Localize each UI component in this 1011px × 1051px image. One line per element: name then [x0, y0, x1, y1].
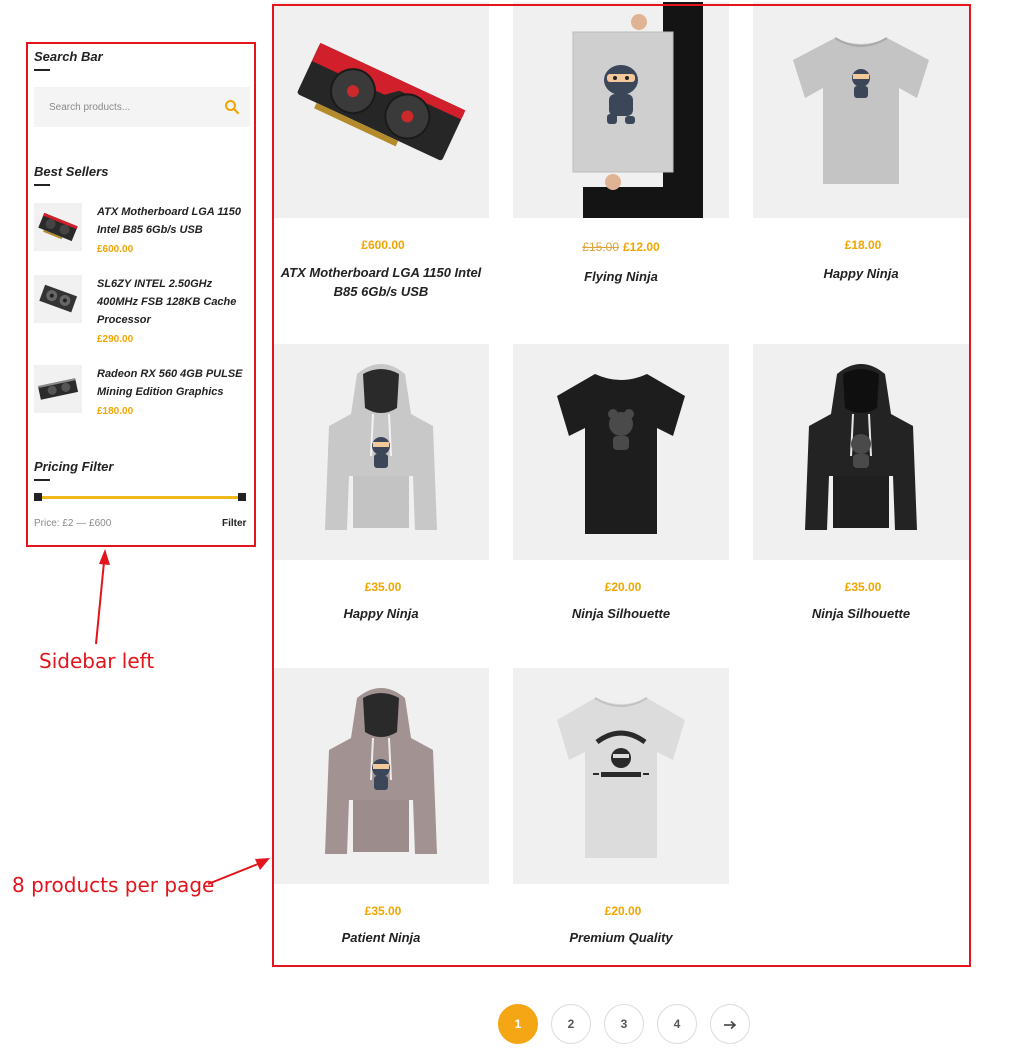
page-button-1[interactable]: 1	[498, 1004, 538, 1044]
next-page-button[interactable]	[710, 1004, 750, 1044]
sidebar-arrow-head	[99, 549, 110, 565]
sidebar-annotation-label: Sidebar left	[39, 649, 155, 673]
sidebar-arrow	[95, 561, 105, 645]
products-annotation-label: 8 products per page	[12, 873, 215, 897]
products-arrow-head	[255, 858, 270, 870]
page-button-3[interactable]: 3	[604, 1004, 644, 1044]
products-highlight-frame	[272, 4, 971, 967]
page-button-2[interactable]: 2	[551, 1004, 591, 1044]
products-arrow	[207, 863, 259, 885]
page-button-4[interactable]: 4	[657, 1004, 697, 1044]
sidebar-highlight-frame	[26, 42, 256, 547]
arrow-right-icon	[724, 1020, 737, 1029]
